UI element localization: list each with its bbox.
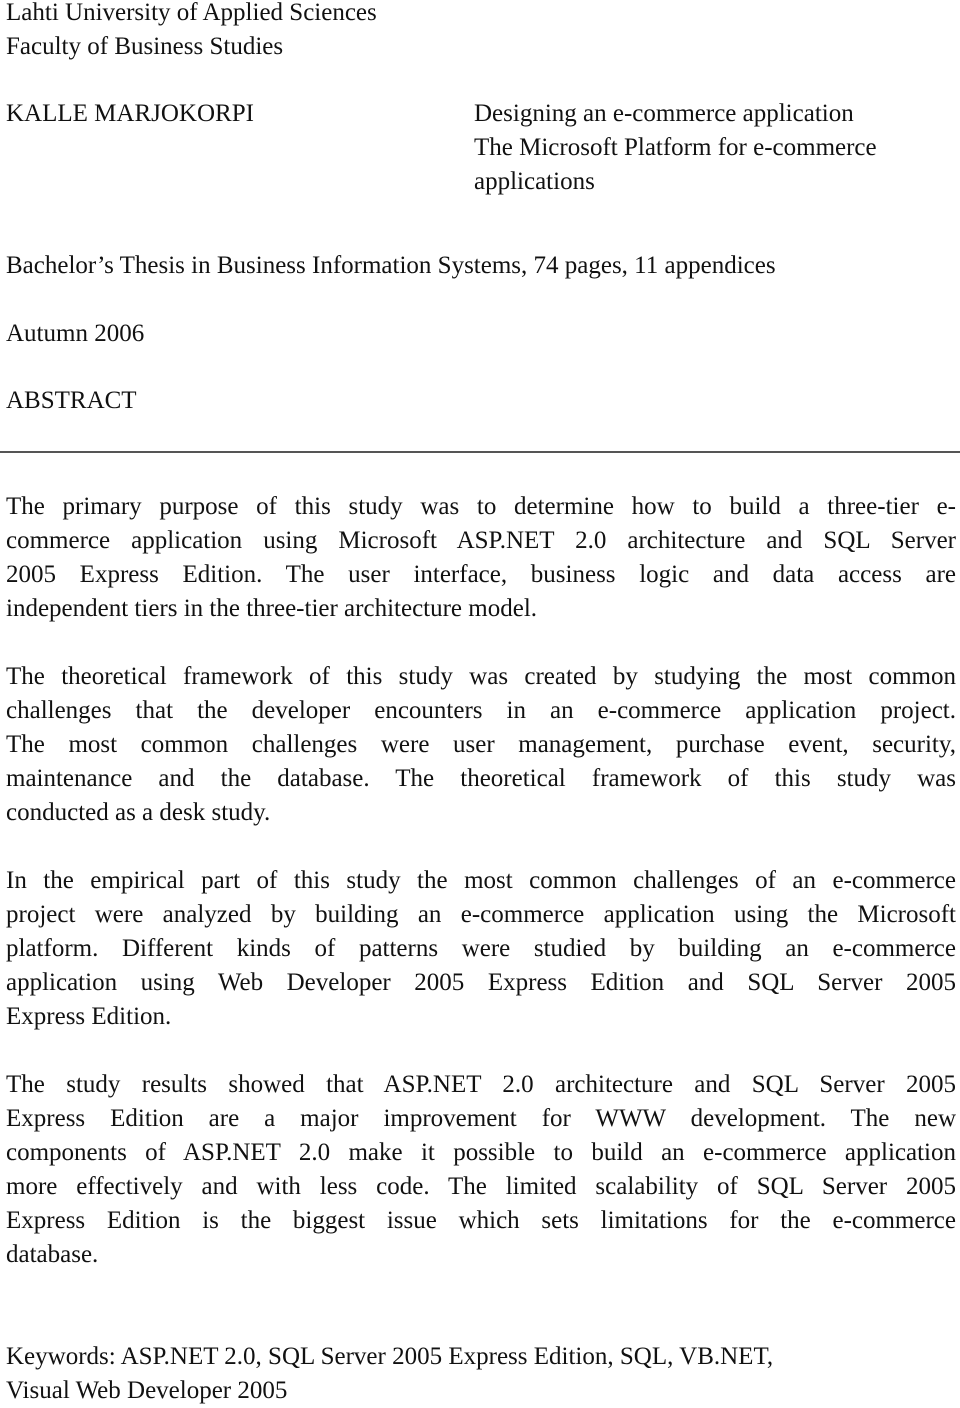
paragraph-line: Express Edition is the biggest issue whi… bbox=[6, 1207, 956, 1234]
author-name: KALLE MARJOKORPI bbox=[6, 100, 254, 127]
paragraph-line: In the empirical part of this study the … bbox=[6, 867, 956, 894]
abstract-heading: ABSTRACT bbox=[6, 387, 137, 414]
paragraph-line: independent tiers in the three-tier arch… bbox=[6, 595, 538, 622]
paragraph-line: platform. Different kinds of patterns we… bbox=[6, 935, 956, 962]
thesis-title-line: applications bbox=[474, 168, 595, 195]
thesis-title-line: Designing an e-commerce application bbox=[474, 100, 854, 127]
paragraph-line: The most common challenges were user man… bbox=[6, 731, 956, 758]
paragraph-line: The study results showed that ASP.NET 2.… bbox=[6, 1071, 956, 1098]
paragraph-line: Express Edition. bbox=[6, 1003, 172, 1030]
institution-name: Lahti University of Applied Sciences bbox=[6, 0, 377, 26]
paragraph-line: database. bbox=[6, 1241, 99, 1268]
abstract-paragraph-theory: The theoretical framework of this study … bbox=[6, 660, 956, 830]
paragraph-line: maintenance and the database. The theore… bbox=[6, 765, 956, 792]
paragraph-line: project were analyzed by building an e-c… bbox=[6, 901, 956, 928]
thesis-info: Bachelor’s Thesis in Business Informatio… bbox=[6, 252, 776, 279]
paragraph-line: challenges that the developer encounters… bbox=[6, 697, 956, 724]
abstract-paragraph-results: The study results showed that ASP.NET 2.… bbox=[6, 1068, 956, 1272]
abstract-paragraph-purpose: The primary purpose of this study was to… bbox=[6, 490, 956, 626]
keywords: Keywords: ASP.NET 2.0, SQL Server 2005 E… bbox=[6, 1340, 773, 1408]
keywords-line: Visual Web Developer 2005 bbox=[6, 1377, 288, 1404]
institution-block: Lahti University of Applied Sciences Fac… bbox=[6, 0, 377, 64]
horizontal-rule bbox=[0, 451, 960, 453]
keywords-line: Keywords: ASP.NET 2.0, SQL Server 2005 E… bbox=[6, 1343, 774, 1370]
paragraph-line: Express Edition are a major improvement … bbox=[6, 1105, 956, 1132]
abstract-paragraph-empirical: In the empirical part of this study the … bbox=[6, 864, 956, 1034]
paragraph-line: 2005 Express Edition. The user interface… bbox=[6, 561, 956, 588]
thesis-title-line: The Microsoft Platform for e-commerce bbox=[474, 134, 877, 161]
paragraph-line: application using Web Developer 2005 Exp… bbox=[6, 969, 956, 996]
thesis-title: Designing an e-commerce application The … bbox=[474, 97, 877, 199]
paragraph-line: commerce application using Microsoft ASP… bbox=[6, 527, 956, 554]
paragraph-line: The theoretical framework of this study … bbox=[6, 663, 956, 690]
thesis-term: Autumn 2006 bbox=[6, 320, 145, 347]
faculty-name: Faculty of Business Studies bbox=[6, 33, 284, 60]
paragraph-line: conducted as a desk study. bbox=[6, 799, 271, 826]
paragraph-line: components of ASP.NET 2.0 make it possib… bbox=[6, 1139, 956, 1166]
paragraph-line: The primary purpose of this study was to… bbox=[6, 493, 956, 520]
paragraph-line: more effectively and with less code. The… bbox=[6, 1173, 956, 1200]
